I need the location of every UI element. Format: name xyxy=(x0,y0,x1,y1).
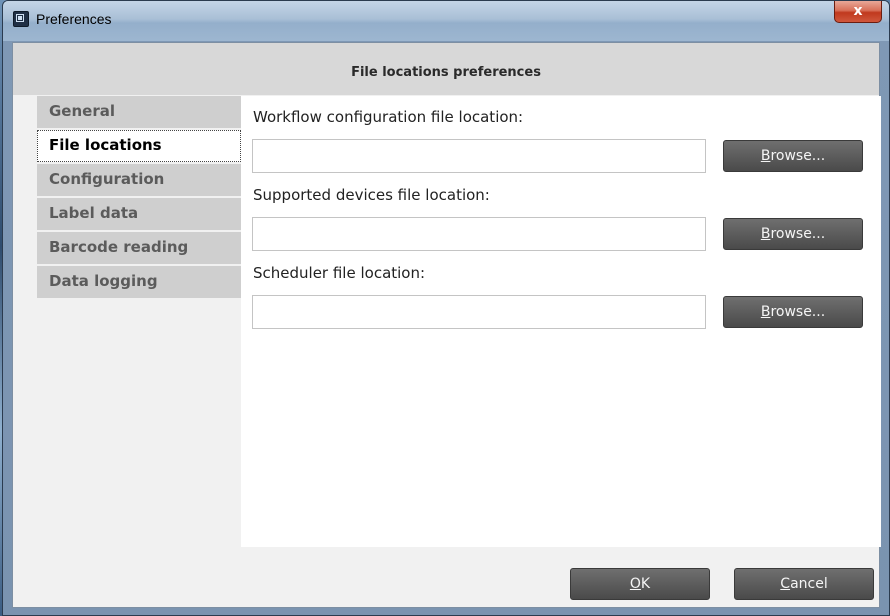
sidebar-item-label-data[interactable]: Label data xyxy=(37,198,241,230)
browse-mnemonic: B xyxy=(760,304,771,320)
sidebar-item-data-logging[interactable]: Data logging xyxy=(37,266,241,298)
cancel-button[interactable]: Cancel xyxy=(734,568,874,600)
title-bar[interactable]: Preferences x xyxy=(3,1,889,41)
ok-mnemonic: O xyxy=(629,576,641,592)
sidebar-item-general[interactable]: General xyxy=(37,96,241,128)
browse-label: rowse... xyxy=(770,148,826,164)
window-title: Preferences xyxy=(36,11,112,27)
supported-devices-browse-button[interactable]: Browse... xyxy=(723,218,863,250)
sidebar-item-file-locations[interactable]: File locations xyxy=(37,130,241,162)
scheduler-input[interactable] xyxy=(252,295,706,329)
sidebar: General File locations Configuration Lab… xyxy=(37,96,241,300)
browse-label: rowse... xyxy=(770,304,826,320)
workflow-config-input[interactable] xyxy=(252,139,706,173)
browse-mnemonic: B xyxy=(760,226,771,242)
browse-label: rowse... xyxy=(770,226,826,242)
close-button[interactable]: x xyxy=(834,1,882,23)
browse-mnemonic: B xyxy=(760,148,771,164)
scheduler-label: Scheduler file location: xyxy=(253,264,426,282)
supported-devices-input[interactable] xyxy=(252,217,706,251)
supported-devices-label: Supported devices file location: xyxy=(253,186,490,204)
page-title: File locations preferences xyxy=(13,43,879,95)
preferences-dialog: Preferences x File locations preferences… xyxy=(2,0,890,616)
cancel-mnemonic: C xyxy=(780,576,791,592)
sidebar-item-barcode-reading[interactable]: Barcode reading xyxy=(37,232,241,264)
workflow-config-browse-button[interactable]: Browse... xyxy=(723,140,863,172)
ok-button[interactable]: OK xyxy=(570,568,710,600)
app-window-icon xyxy=(13,11,29,27)
workflow-config-label: Workflow configuration file location: xyxy=(253,108,524,126)
ok-label: K xyxy=(640,576,651,592)
cancel-label: ancel xyxy=(790,576,828,592)
scheduler-browse-button[interactable]: Browse... xyxy=(723,296,863,328)
sidebar-item-configuration[interactable]: Configuration xyxy=(37,164,241,196)
settings-panel: Workflow configuration file location: Br… xyxy=(241,96,881,547)
dialog-client-area: File locations preferences General File … xyxy=(12,42,881,608)
